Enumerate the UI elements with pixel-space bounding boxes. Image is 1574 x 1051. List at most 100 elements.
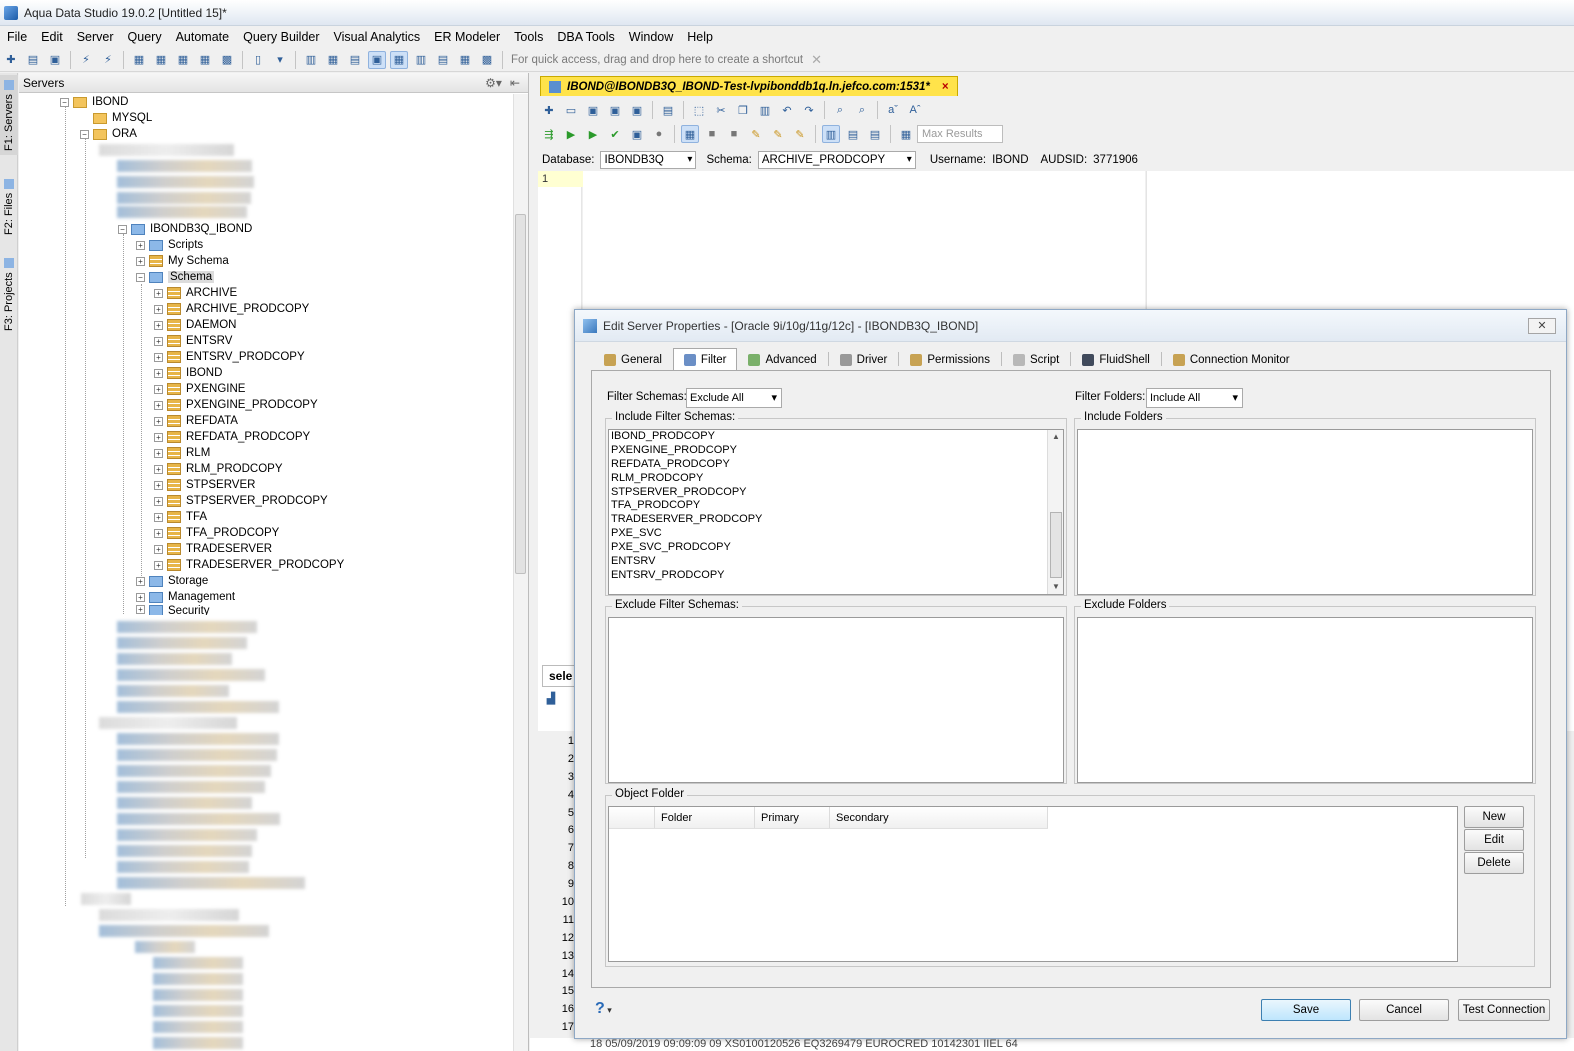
results-file-icon[interactable]: ■: [725, 125, 743, 143]
collapse-panel-icon[interactable]: ⇤: [510, 76, 520, 90]
tab-projects[interactable]: F3: Projects: [0, 251, 18, 335]
servers-scrollbar[interactable]: [513, 94, 528, 1051]
tree-node-schema-item[interactable]: + TRADESERVER: [154, 541, 272, 557]
print-icon[interactable]: ▤: [659, 101, 677, 119]
menu-dba-tools[interactable]: DBA Tools: [550, 27, 621, 47]
query-tab[interactable]: IBOND@IBONDB3Q_IBOND-Test-lvpibonddb1q.l…: [540, 76, 958, 96]
tree-node-ibond-root[interactable]: − IBOND: [60, 94, 128, 110]
register-server-icon[interactable]: ▤: [24, 51, 42, 69]
tab-connection-monitor[interactable]: Connection Monitor: [1162, 348, 1301, 370]
comment-icon[interactable]: ✎: [791, 125, 809, 143]
gear-icon[interactable]: ⚙▾: [485, 76, 502, 90]
execute-selection-icon[interactable]: ▶: [584, 125, 602, 143]
tree-node-connection[interactable]: − IBONDB3Q_IBOND: [118, 221, 252, 237]
list-item[interactable]: TRADESERVER_PRODCOPY: [609, 513, 1063, 527]
highlighted-tool-icon[interactable]: ▣: [368, 50, 386, 69]
execute-all-icon[interactable]: ⇶: [540, 125, 558, 143]
execute-icon[interactable]: ▶: [562, 125, 580, 143]
close-hint-icon[interactable]: ✕: [811, 52, 822, 68]
tree-node-security[interactable]: + Security: [136, 605, 210, 615]
schema-select[interactable]: ARCHIVE_PRODCOPY: [757, 151, 916, 169]
tree-node-schema-item[interactable]: + TFA_PRODCOPY: [154, 525, 279, 541]
er-diagram-icon[interactable]: ▩: [218, 51, 236, 69]
report-icon[interactable]: ▦: [456, 51, 474, 69]
open-icon[interactable]: ▭: [562, 101, 580, 119]
new-icon[interactable]: ✚: [540, 101, 558, 119]
results-grid-icon[interactable]: ▦: [681, 125, 699, 143]
schema-browser-icon[interactable]: ▦: [196, 51, 214, 69]
database-select[interactable]: IBONDB3Q: [600, 151, 697, 169]
stop-icon[interactable]: ●: [650, 125, 668, 143]
test-connection-button[interactable]: Test Connection: [1458, 999, 1550, 1021]
tab-advanced[interactable]: Advanced: [737, 348, 827, 370]
tab-servers[interactable]: F1: Servers: [0, 75, 18, 155]
tree-node-ora[interactable]: − ORA: [80, 126, 137, 142]
tree-node-schema-item[interactable]: + ARCHIVE: [154, 285, 237, 301]
new-server-icon[interactable]: ✚: [2, 51, 20, 69]
list-item[interactable]: PXE_SVC_PRODCOPY: [609, 541, 1063, 555]
tab-fluidshell[interactable]: FluidShell: [1071, 348, 1161, 370]
dashboard-icon[interactable]: ▩: [478, 51, 496, 69]
include-schemas-scrollbar[interactable]: ▲ ▼: [1047, 430, 1063, 594]
uppercase-icon[interactable]: Aˆ: [906, 101, 924, 119]
tree-node-schema-item[interactable]: + IBOND: [154, 365, 222, 381]
tree-node-scripts[interactable]: + Scripts: [136, 237, 203, 253]
menu-query[interactable]: Query: [121, 27, 169, 47]
tree-node-management[interactable]: + Management: [136, 589, 235, 605]
redo-icon[interactable]: ↷: [800, 101, 818, 119]
scroll-down-icon[interactable]: ▼: [1048, 580, 1064, 594]
list-item[interactable]: PXENGINE_PRODCOPY: [609, 444, 1063, 458]
object-folder-table[interactable]: Folder Primary Secondary: [608, 806, 1458, 962]
column-header-folder[interactable]: Folder: [655, 807, 755, 828]
undo-icon[interactable]: ↶: [778, 101, 796, 119]
tab-script[interactable]: Script: [1002, 348, 1070, 370]
menu-edit[interactable]: Edit: [34, 27, 70, 47]
column-header-primary[interactable]: Primary: [755, 807, 830, 828]
lowercase-icon[interactable]: aˇ: [884, 101, 902, 119]
save-all-icon[interactable]: ▣: [628, 101, 646, 119]
table-view-icon[interactable]: ▦: [390, 50, 408, 69]
chart-icon[interactable]: ▟: [542, 689, 560, 707]
tree-node-schema-item[interactable]: + DAEMON: [154, 317, 236, 333]
tab-permissions[interactable]: Permissions: [899, 348, 1001, 370]
menu-query-builder[interactable]: Query Builder: [236, 27, 326, 47]
query-analyzer-icon[interactable]: ▦: [152, 51, 170, 69]
history-icon[interactable]: ▤: [844, 125, 862, 143]
tab-general[interactable]: General: [593, 348, 673, 370]
list-item[interactable]: ENTSRV: [609, 555, 1063, 569]
tree-node-schema-item[interactable]: + ENTSRV: [154, 333, 232, 349]
bookmark-icon[interactable]: ▤: [866, 125, 884, 143]
tab-filter[interactable]: Filter: [672, 348, 738, 370]
scroll-up-icon[interactable]: ▲: [1048, 430, 1064, 444]
servers-scroll-thumb[interactable]: [515, 214, 526, 574]
options-icon[interactable]: ▦: [897, 125, 915, 143]
dropdown-arrow-icon[interactable]: ▾: [271, 51, 289, 69]
menu-er-modeler[interactable]: ER Modeler: [427, 27, 507, 47]
server-properties-icon[interactable]: ▣: [46, 51, 64, 69]
tree-node-schema-item[interactable]: + RLM: [154, 445, 210, 461]
tree-node-schema-item[interactable]: + REFDATA: [154, 413, 238, 429]
select-icon[interactable]: ⬚: [690, 101, 708, 119]
menu-window[interactable]: Window: [622, 27, 680, 47]
exclude-schemas-list[interactable]: [608, 617, 1064, 783]
max-results-input[interactable]: Max Results: [917, 125, 1003, 143]
edit-folder-button[interactable]: Edit: [1464, 829, 1524, 851]
connect-icon[interactable]: ⚡: [77, 51, 95, 69]
list-item[interactable]: TFA_PRODCOPY: [609, 499, 1063, 513]
exclude-folders-list[interactable]: [1077, 617, 1533, 783]
menu-tools[interactable]: Tools: [507, 27, 550, 47]
paste-icon[interactable]: ▥: [756, 101, 774, 119]
close-tab-icon[interactable]: ×: [942, 81, 949, 93]
tree-node-schema-item[interactable]: + TRADESERVER_PRODCOPY: [154, 557, 344, 573]
menu-server[interactable]: Server: [70, 27, 121, 47]
tree-node-schema-item[interactable]: + PXENGINE_PRODCOPY: [154, 397, 318, 413]
tree-node-schema-item[interactable]: + ARCHIVE_PRODCOPY: [154, 301, 309, 317]
include-folders-list[interactable]: [1077, 429, 1533, 595]
save-icon[interactable]: ▣: [584, 101, 602, 119]
menu-file[interactable]: File: [0, 27, 34, 47]
save-button[interactable]: Save: [1261, 999, 1351, 1021]
tab-driver[interactable]: Driver: [829, 348, 899, 370]
results-text-icon[interactable]: ■: [703, 125, 721, 143]
pivot-icon[interactable]: ▤: [346, 51, 364, 69]
grid-icon[interactable]: ▦: [324, 51, 342, 69]
